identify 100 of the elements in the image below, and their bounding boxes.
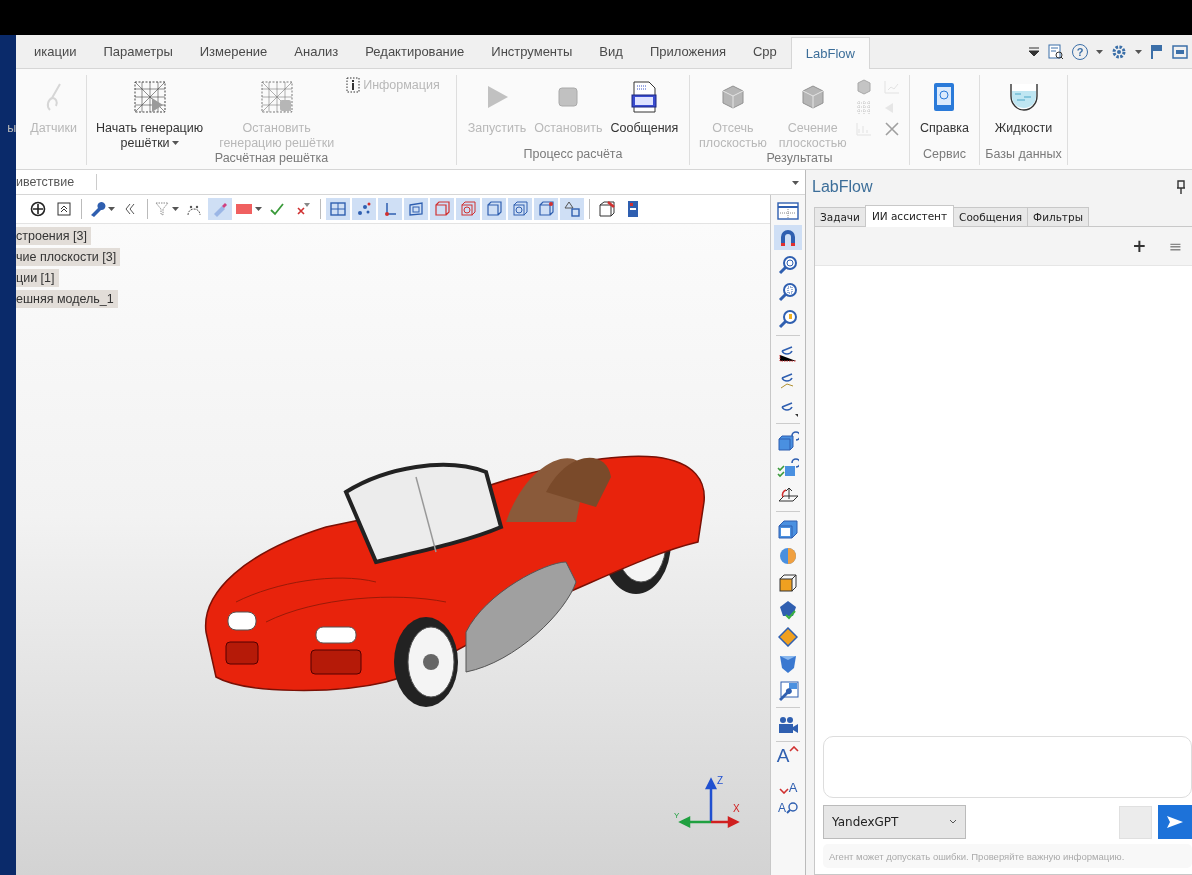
tree-item[interactable]: ешняя модель_1 (16, 290, 118, 308)
panel-title: LabFlow (812, 178, 873, 196)
cube-icon (512, 201, 528, 217)
ribbon-tab[interactable]: Измерение (186, 36, 281, 68)
caret-up-icon (789, 746, 800, 752)
ribbon-tab[interactable]: Параметры (90, 36, 186, 68)
log-file-icon (630, 81, 659, 113)
caret-icon (1135, 49, 1142, 55)
toolbar-button[interactable]: A (774, 796, 802, 819)
check-rotate-icon (777, 457, 799, 478)
group-title: Расчётная решётка (213, 151, 330, 165)
caret-down-icon (778, 788, 789, 794)
zoom-fit-icon (778, 281, 798, 302)
chevron-down-icon (949, 819, 957, 825)
caret-icon (172, 206, 179, 212)
search-icon[interactable] (1048, 44, 1064, 60)
zoom-box-icon (778, 308, 798, 329)
ribbon-button[interactable]: Сообщения (606, 75, 683, 136)
ribbon-tab[interactable]: Срр (739, 36, 790, 68)
mesh-play-icon (132, 80, 167, 114)
dropdown-icon[interactable] (1028, 47, 1040, 57)
box-icon (777, 518, 799, 539)
panel-tab[interactable]: Задачи (814, 207, 866, 226)
caret-icon (255, 206, 262, 212)
grid-icon (330, 201, 346, 217)
ribbon-tab[interactable]: Анализ (281, 36, 352, 68)
mesh-stop-icon (259, 80, 294, 114)
ribbon-tab[interactable]: Инструменты (478, 36, 586, 68)
cube-rotate-icon (777, 430, 799, 451)
cube-icon (538, 201, 554, 217)
cube-icon (460, 201, 476, 217)
ribbon-tab[interactable]: Приложения (636, 36, 739, 68)
axis-label: Y (674, 811, 680, 820)
settings-icon[interactable] (1111, 44, 1127, 60)
wrench-window-icon (777, 680, 799, 701)
cube-icon (598, 200, 616, 218)
clear-filter-icon (295, 201, 311, 217)
group-title: Процесс расчёта (522, 147, 624, 163)
tree-item[interactable]: ции [1] (16, 269, 59, 287)
axis-label: Z (717, 775, 724, 786)
diamond-icon (778, 626, 798, 647)
panel-icon (626, 200, 640, 218)
filter-icon (154, 201, 170, 217)
check-filter-icon (269, 201, 285, 217)
x-axis-arrow (709, 816, 740, 828)
tree-item[interactable]: строения [3] (16, 227, 91, 245)
panel-tab[interactable]: Фильтры (1027, 207, 1089, 226)
ribbon-button[interactable]: Начать генерацию решётки (92, 75, 208, 151)
ribbon-button[interactable]: Справка (915, 75, 973, 136)
ribbon-tab[interactable]: Редактирование (352, 36, 478, 68)
pin-icon[interactable] (1176, 180, 1186, 194)
info-icon (346, 77, 361, 93)
panel-tab[interactable]: ИИ ассистент (864, 205, 955, 227)
points-icon (356, 201, 372, 217)
target-icon (30, 201, 46, 217)
panel-tab[interactable]: Сообщения (953, 207, 1029, 226)
send-button[interactable] (1158, 805, 1192, 839)
shapes-icon (564, 201, 580, 217)
sphere-icon (778, 545, 798, 566)
ribbon-button[interactable]: Жидкости (990, 75, 1057, 136)
bucket-icon (778, 653, 798, 674)
send-icon (1166, 815, 1184, 829)
window-icon[interactable] (1172, 45, 1188, 59)
caret-icon (1096, 49, 1103, 55)
axis-icon (382, 201, 398, 217)
tablet-icon (932, 81, 957, 113)
ribbon-tab[interactable]: Вид (586, 36, 636, 68)
search-icon (786, 801, 798, 814)
caret-icon (171, 141, 179, 146)
3d-viewport[interactable]: строения [3] чие плоскости [3] ции [1] ешняя модель_1 Z X Y (16, 224, 770, 875)
toolbar-button[interactable]: A (774, 771, 802, 794)
magnet-icon (778, 227, 798, 248)
command-field[interactable]: иветствие (16, 174, 97, 190)
new-chat-button[interactable]: + (1132, 236, 1147, 256)
cube-icon (434, 201, 450, 217)
model-select[interactable]: YandexGPT (823, 805, 966, 839)
camera-icon (777, 714, 799, 735)
layout-icon (777, 201, 799, 220)
toolbar-button[interactable]: A (774, 746, 802, 769)
z-axis-arrow (705, 777, 717, 824)
cube-icon (778, 572, 798, 593)
group-title: Результаты (765, 151, 834, 165)
ribbon-tab[interactable]: икации (16, 36, 90, 68)
group-title: Сервис (922, 147, 967, 163)
disclaimer-text: Агент может допускать ошибки. Проверяйте важную информацию. (823, 844, 1192, 868)
frame-icon (408, 201, 424, 217)
tree-item[interactable]: чие плоскости [3] (16, 248, 121, 266)
zoom-icon (778, 254, 798, 275)
group-title: Базы данных (984, 147, 1063, 163)
shape-check-icon (778, 599, 798, 620)
collapse-icon (57, 202, 71, 216)
axis-label: X (733, 803, 740, 814)
double-chevron-icon (124, 202, 136, 216)
color-swatch-icon (235, 203, 253, 215)
caret-icon (108, 206, 115, 212)
cube-icon (486, 201, 502, 217)
message-input[interactable] (823, 736, 1192, 798)
y-axis-arrow (678, 816, 713, 828)
ribbon-tab[interactable]: LabFlow (790, 37, 870, 69)
flag-icon[interactable] (1150, 44, 1164, 60)
